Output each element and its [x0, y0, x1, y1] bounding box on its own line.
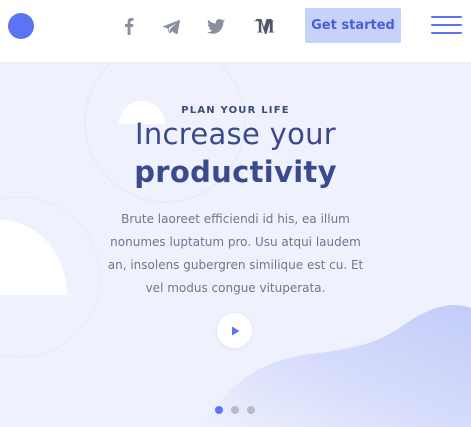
logo[interactable] — [8, 13, 34, 39]
facebook-icon[interactable] — [120, 14, 138, 38]
telegram-icon[interactable] — [161, 14, 181, 38]
hero-description: Brute laoreet efficiendi id his, ea illu… — [107, 212, 364, 295]
get-started-button[interactable]: Get started — [305, 8, 401, 43]
twitter-icon[interactable] — [206, 14, 226, 38]
hero-section: PLAN YOUR LIFE Increase your productivit… — [0, 62, 471, 427]
play-icon — [231, 326, 239, 335]
carousel-dot-3[interactable] — [247, 406, 255, 414]
hero-title-line1: Increase your — [134, 117, 337, 151]
carousel-dot-2[interactable] — [231, 406, 239, 414]
top-header: Get started — [0, 0, 471, 62]
hero-title-line2: productivity — [134, 155, 337, 189]
carousel-dot-1[interactable] — [215, 406, 223, 414]
medium-icon[interactable] — [253, 14, 275, 38]
hamburger-icon[interactable] — [431, 15, 462, 35]
carousel-dots — [215, 406, 255, 414]
hero-eyebrow: PLAN YOUR LIFE — [181, 105, 290, 116]
play-button[interactable] — [217, 313, 252, 348]
